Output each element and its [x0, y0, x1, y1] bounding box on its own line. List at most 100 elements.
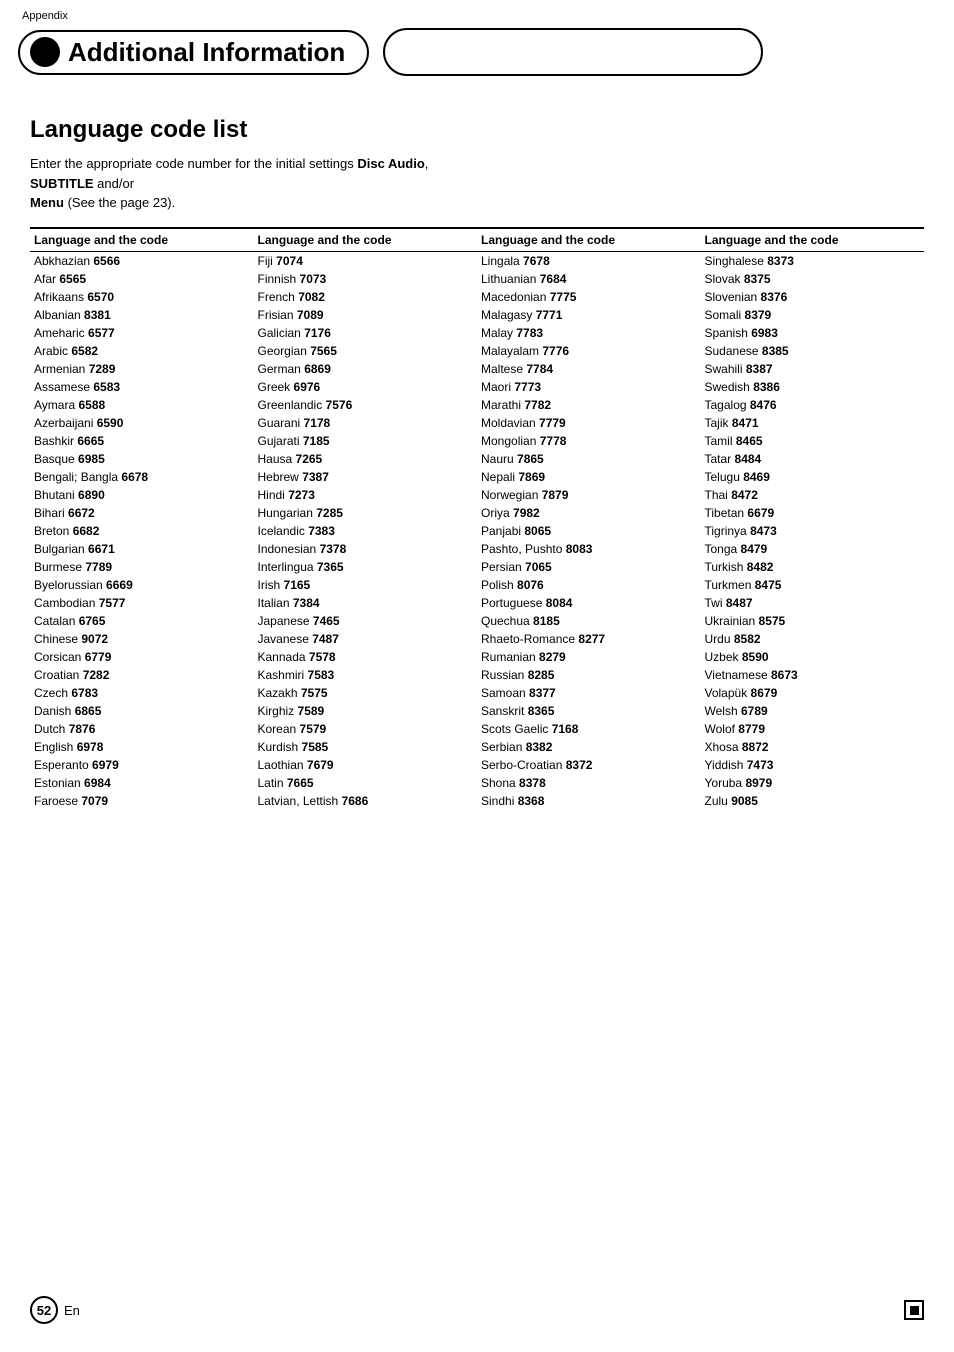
table-cell: Marathi 7782: [477, 396, 701, 414]
table-cell: Moldavian 7779: [477, 414, 701, 432]
table-cell: Uzbek 8590: [701, 648, 925, 666]
table-cell: Macedonian 7775: [477, 288, 701, 306]
table-cell: Wolof 8779: [701, 720, 925, 738]
table-cell: Lithuanian 7684: [477, 270, 701, 288]
en-language-label: En: [64, 1303, 80, 1318]
table-cell: Sanskrit 8365: [477, 702, 701, 720]
right-pill-decoration: [383, 28, 763, 76]
table-cell: Cambodian 7577: [30, 594, 254, 612]
table-cell: Nauru 7865: [477, 450, 701, 468]
black-circle-decoration: [30, 37, 60, 67]
table-row: Chinese 9072Javanese 7487Rhaeto-Romance …: [30, 630, 924, 648]
table-cell: Esperanto 6979: [30, 756, 254, 774]
table-row: Basque 6985Hausa 7265Nauru 7865Tatar 848…: [30, 450, 924, 468]
table-row: English 6978Kurdish 7585Serbian 8382Xhos…: [30, 738, 924, 756]
table-cell: Shona 8378: [477, 774, 701, 792]
table-cell: Laothian 7679: [254, 756, 478, 774]
table-cell: Bengali; Bangla 6678: [30, 468, 254, 486]
table-row: Danish 6865Kirghiz 7589Sanskrit 8365Wels…: [30, 702, 924, 720]
table-cell: Norwegian 7879: [477, 486, 701, 504]
table-cell: Gujarati 7185: [254, 432, 478, 450]
table-cell: Maori 7773: [477, 378, 701, 396]
table-cell: Faroese 7079: [30, 792, 254, 810]
table-row: Cambodian 7577Italian 7384Portuguese 808…: [30, 594, 924, 612]
table-cell: Malagasy 7771: [477, 306, 701, 324]
table-cell: Somali 8379: [701, 306, 925, 324]
table-cell: Tibetan 6679: [701, 504, 925, 522]
table-cell: Javanese 7487: [254, 630, 478, 648]
table-row: Albanian 8381Frisian 7089Malagasy 7771So…: [30, 306, 924, 324]
table-cell: Afrikaans 6570: [30, 288, 254, 306]
table-cell: Kashmiri 7583: [254, 666, 478, 684]
table-cell: Frisian 7089: [254, 306, 478, 324]
table-row: Ameharic 6577Galician 7176Malay 7783Span…: [30, 324, 924, 342]
table-cell: Sindhi 8368: [477, 792, 701, 810]
table-cell: Dutch 7876: [30, 720, 254, 738]
table-row: Catalan 6765Japanese 7465Quechua 8185Ukr…: [30, 612, 924, 630]
table-cell: Albanian 8381: [30, 306, 254, 324]
table-cell: Singhalese 8373: [701, 251, 925, 270]
table-cell: Korean 7579: [254, 720, 478, 738]
table-row: Afar 6565Finnish 7073Lithuanian 7684Slov…: [30, 270, 924, 288]
table-cell: Oriya 7982: [477, 504, 701, 522]
table-cell: Galician 7176: [254, 324, 478, 342]
page-number-circle: 52: [30, 1296, 58, 1324]
table-cell: Mongolian 7778: [477, 432, 701, 450]
table-cell: Guarani 7178: [254, 414, 478, 432]
table-cell: Yoruba 8979: [701, 774, 925, 792]
table-cell: Maltese 7784: [477, 360, 701, 378]
table-row: Croatian 7282Kashmiri 7583Russian 8285Vi…: [30, 666, 924, 684]
table-cell: Irish 7165: [254, 576, 478, 594]
table-cell: Danish 6865: [30, 702, 254, 720]
table-cell: Slovak 8375: [701, 270, 925, 288]
table-cell: Tajik 8471: [701, 414, 925, 432]
table-row: Corsican 6779Kannada 7578Rumanian 8279Uz…: [30, 648, 924, 666]
table-cell: Fiji 7074: [254, 251, 478, 270]
table-cell: Russian 8285: [477, 666, 701, 684]
table-cell: Portuguese 8084: [477, 594, 701, 612]
table-cell: Kirghiz 7589: [254, 702, 478, 720]
table-row: Armenian 7289German 6869Maltese 7784Swah…: [30, 360, 924, 378]
table-cell: Abkhazian 6566: [30, 251, 254, 270]
page-title: Additional Information: [68, 37, 345, 68]
table-cell: Estonian 6984: [30, 774, 254, 792]
table-row: Afrikaans 6570French 7082Macedonian 7775…: [30, 288, 924, 306]
table-cell: Hungarian 7285: [254, 504, 478, 522]
table-cell: Nepali 7869: [477, 468, 701, 486]
table-cell: Assamese 6583: [30, 378, 254, 396]
title-pill: Additional Information: [18, 30, 369, 75]
table-cell: Italian 7384: [254, 594, 478, 612]
table-cell: Rumanian 8279: [477, 648, 701, 666]
table-cell: Serbo-Croatian 8372: [477, 756, 701, 774]
table-cell: Scots Gaelic 7168: [477, 720, 701, 738]
table-row: Bengali; Bangla 6678Hebrew 7387Nepali 78…: [30, 468, 924, 486]
table-cell: Azerbaijani 6590: [30, 414, 254, 432]
table-row: Abkhazian 6566Fiji 7074Lingala 7678Singh…: [30, 251, 924, 270]
table-cell: Yiddish 7473: [701, 756, 925, 774]
column-header-3: Language and the code: [701, 228, 925, 252]
table-cell: Swedish 8386: [701, 378, 925, 396]
table-row: Bashkir 6665Gujarati 7185Mongolian 7778T…: [30, 432, 924, 450]
table-row: Burmese 7789Interlingua 7365Persian 7065…: [30, 558, 924, 576]
table-cell: Corsican 6779: [30, 648, 254, 666]
table-cell: Latin 7665: [254, 774, 478, 792]
table-cell: Tonga 8479: [701, 540, 925, 558]
table-cell: Xhosa 8872: [701, 738, 925, 756]
table-row: Assamese 6583Greek 6976Maori 7773Swedish…: [30, 378, 924, 396]
table-cell: Welsh 6789: [701, 702, 925, 720]
table-row: Czech 6783Kazakh 7575Samoan 8377Volapük …: [30, 684, 924, 702]
table-cell: Pashto, Pushto 8083: [477, 540, 701, 558]
table-cell: Sudanese 8385: [701, 342, 925, 360]
table-row: Byelorussian 6669Irish 7165Polish 8076Tu…: [30, 576, 924, 594]
table-cell: Urdu 8582: [701, 630, 925, 648]
column-header-0: Language and the code: [30, 228, 254, 252]
table-cell: Georgian 7565: [254, 342, 478, 360]
table-cell: Hausa 7265: [254, 450, 478, 468]
table-cell: Telugu 8469: [701, 468, 925, 486]
table-cell: Greek 6976: [254, 378, 478, 396]
table-cell: Malay 7783: [477, 324, 701, 342]
appendix-label: Appendix: [22, 10, 68, 22]
table-cell: Rhaeto-Romance 8277: [477, 630, 701, 648]
table-cell: Greenlandic 7576: [254, 396, 478, 414]
table-cell: Finnish 7073: [254, 270, 478, 288]
